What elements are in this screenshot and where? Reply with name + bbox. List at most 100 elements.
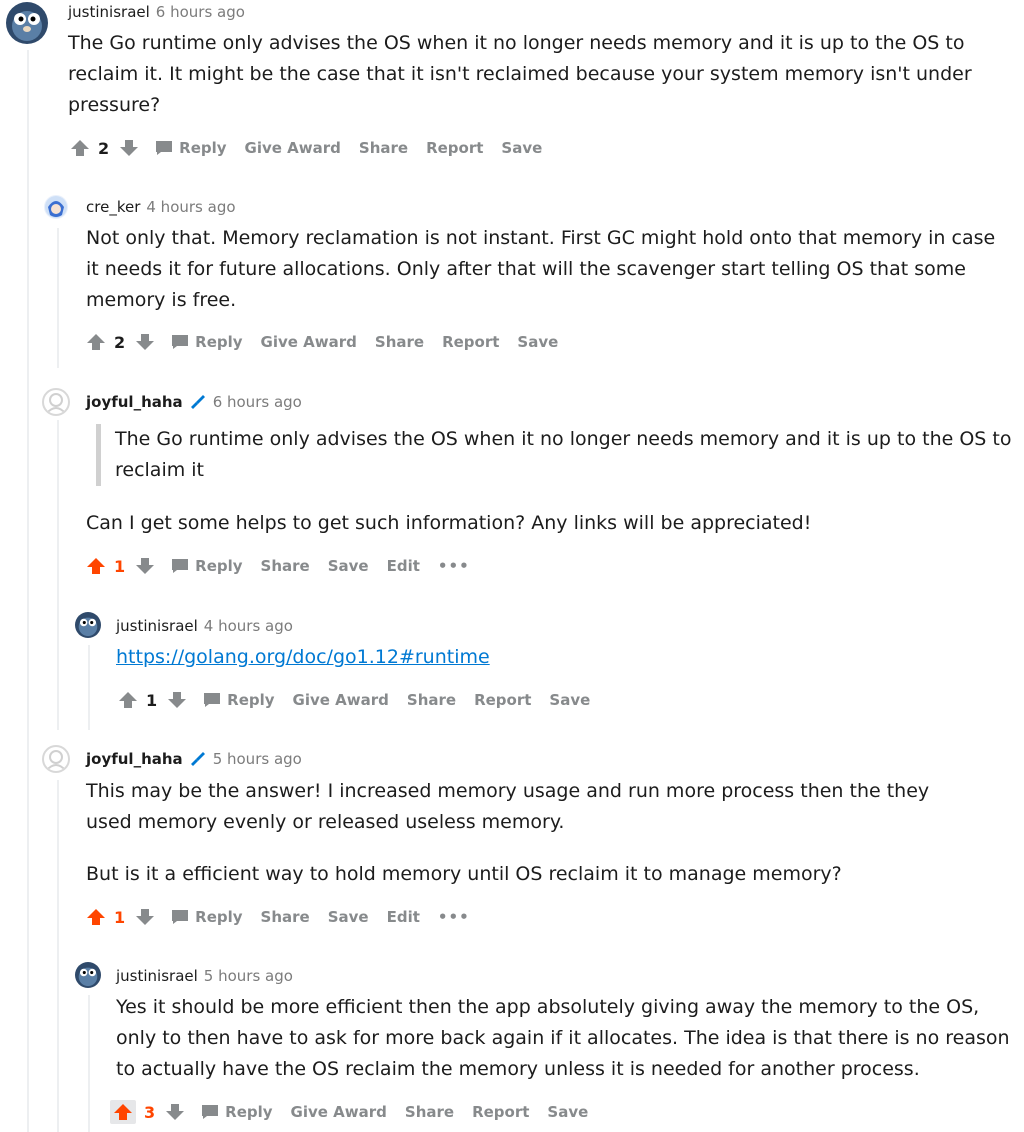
comment-line: Yes it should be more efficient then the… bbox=[116, 996, 980, 1018]
upvote-icon[interactable] bbox=[86, 332, 106, 352]
default-avatar-icon bbox=[45, 750, 67, 771]
save-button[interactable]: Save bbox=[549, 691, 590, 709]
more-options-button[interactable]: ••• bbox=[438, 908, 470, 926]
share-button[interactable]: Share bbox=[407, 691, 456, 709]
downvote-icon[interactable] bbox=[135, 332, 155, 352]
save-button[interactable]: Save bbox=[328, 557, 369, 575]
comment-line: Can I get some helps to get such informa… bbox=[86, 512, 812, 534]
give-award-button[interactable]: Give Award bbox=[261, 333, 357, 351]
share-button[interactable]: Share bbox=[375, 333, 424, 351]
save-button[interactable]: Save bbox=[501, 139, 542, 157]
comment-actions: 1 Reply Give Award Share Report Save bbox=[118, 690, 608, 710]
timestamp[interactable]: 6 hours ago bbox=[213, 393, 302, 411]
share-button[interactable]: Share bbox=[359, 139, 408, 157]
thread-line[interactable] bbox=[57, 780, 59, 1132]
timestamp[interactable]: 4 hours ago bbox=[204, 617, 293, 635]
mic-icon bbox=[190, 395, 205, 409]
reply-label: Reply bbox=[195, 333, 243, 351]
vote-score: 2 bbox=[98, 138, 110, 158]
anime-avatar-icon bbox=[45, 196, 67, 218]
blockquote: The Go runtime only advises the OS when … bbox=[96, 424, 1024, 486]
timestamp[interactable]: 5 hours ago bbox=[204, 967, 293, 985]
thread-line[interactable] bbox=[88, 645, 90, 730]
share-button[interactable]: Share bbox=[261, 908, 310, 926]
comment-line: memory is free. bbox=[86, 289, 237, 311]
reply-button[interactable]: Reply bbox=[203, 691, 275, 709]
report-button[interactable]: Report bbox=[474, 691, 531, 709]
username[interactable]: cre_ker bbox=[86, 198, 140, 216]
upvote-icon[interactable] bbox=[118, 690, 138, 710]
downvote-icon[interactable] bbox=[167, 690, 187, 710]
give-award-button[interactable]: Give Award bbox=[291, 1103, 387, 1121]
upvote-button[interactable] bbox=[110, 1100, 136, 1124]
upvote-icon[interactable] bbox=[113, 1102, 133, 1122]
upvote-icon[interactable] bbox=[86, 556, 106, 576]
username[interactable]: justinisrael bbox=[116, 967, 198, 985]
reply-button[interactable]: Reply bbox=[155, 139, 227, 157]
comment-actions: 3 Reply Give Award Share Report Save bbox=[110, 1100, 606, 1124]
timestamp[interactable]: 6 hours ago bbox=[156, 3, 245, 21]
comment-line: Not only that. Memory reclamation is not… bbox=[86, 227, 996, 249]
chat-icon bbox=[156, 141, 173, 155]
downvote-icon[interactable] bbox=[165, 1102, 185, 1122]
timestamp[interactable]: 5 hours ago bbox=[213, 750, 302, 768]
give-award-button[interactable]: Give Award bbox=[293, 691, 389, 709]
avatar[interactable] bbox=[42, 388, 70, 416]
edit-button[interactable]: Edit bbox=[387, 908, 420, 926]
comment-body: Yes it should be more efficient then the… bbox=[116, 992, 1016, 1085]
comment-line: only to then have to ask for more back a… bbox=[116, 1027, 1010, 1049]
runtime-link[interactable]: https://golang.org/doc/go1.12#runtime bbox=[116, 646, 490, 668]
thread-line[interactable] bbox=[27, 50, 29, 1132]
avatar[interactable] bbox=[6, 2, 48, 44]
more-options-button[interactable]: ••• bbox=[438, 557, 470, 575]
thread-line[interactable] bbox=[57, 420, 59, 730]
reply-label: Reply bbox=[227, 691, 275, 709]
report-button[interactable]: Report bbox=[442, 333, 499, 351]
avatar[interactable] bbox=[44, 195, 68, 219]
thread-line[interactable] bbox=[88, 995, 90, 1132]
gopher-icon bbox=[78, 967, 98, 987]
reply-label: Reply bbox=[195, 908, 243, 926]
gopher-icon bbox=[78, 617, 98, 637]
reply-button[interactable]: Reply bbox=[171, 333, 243, 351]
downvote-icon[interactable] bbox=[135, 556, 155, 576]
thread-line[interactable] bbox=[57, 228, 59, 368]
comment-line: used memory evenly or released useless m… bbox=[86, 811, 565, 833]
avatar[interactable] bbox=[75, 962, 101, 988]
reply-button[interactable]: Reply bbox=[171, 908, 243, 926]
share-button[interactable]: Share bbox=[405, 1103, 454, 1121]
downvote-icon[interactable] bbox=[119, 138, 139, 158]
upvote-icon[interactable] bbox=[70, 138, 90, 158]
save-button[interactable]: Save bbox=[328, 908, 369, 926]
comment-line: The Go runtime only advises the OS when … bbox=[68, 32, 965, 54]
avatar[interactable] bbox=[42, 745, 70, 773]
comment-body: This may be the answer! I increased memo… bbox=[86, 776, 1016, 890]
username[interactable]: joyful_haha bbox=[86, 750, 183, 768]
username[interactable]: justinisrael bbox=[68, 3, 150, 21]
vote-score: 1 bbox=[114, 907, 126, 927]
edit-button[interactable]: Edit bbox=[387, 557, 420, 575]
comment-body: Not only that. Memory reclamation is not… bbox=[86, 223, 1016, 316]
share-button[interactable]: Share bbox=[261, 557, 310, 575]
avatar[interactable] bbox=[75, 612, 101, 638]
reply-button[interactable]: Reply bbox=[171, 557, 243, 575]
reply-button[interactable]: Reply bbox=[201, 1103, 273, 1121]
comment-line: reclaim it. It might be the case that it… bbox=[68, 63, 972, 85]
report-button[interactable]: Report bbox=[472, 1103, 529, 1121]
upvote-icon[interactable] bbox=[86, 907, 106, 927]
comment-body: https://golang.org/doc/go1.12#runtime bbox=[116, 642, 490, 673]
quote-line: reclaim it bbox=[115, 459, 205, 481]
downvote-icon[interactable] bbox=[135, 907, 155, 927]
username[interactable]: justinisrael bbox=[116, 617, 198, 635]
username[interactable]: joyful_haha bbox=[86, 393, 183, 411]
timestamp[interactable]: 4 hours ago bbox=[146, 198, 235, 216]
chat-icon bbox=[202, 1105, 219, 1119]
default-avatar-icon bbox=[45, 393, 67, 414]
report-button[interactable]: Report bbox=[426, 139, 483, 157]
save-button[interactable]: Save bbox=[547, 1103, 588, 1121]
comment-line: But is it a efficient way to hold memory… bbox=[86, 863, 842, 885]
vote-score: 1 bbox=[114, 556, 126, 576]
comment-actions: 2 Reply Give Award Share Report Save bbox=[70, 138, 560, 158]
save-button[interactable]: Save bbox=[517, 333, 558, 351]
give-award-button[interactable]: Give Award bbox=[245, 139, 341, 157]
